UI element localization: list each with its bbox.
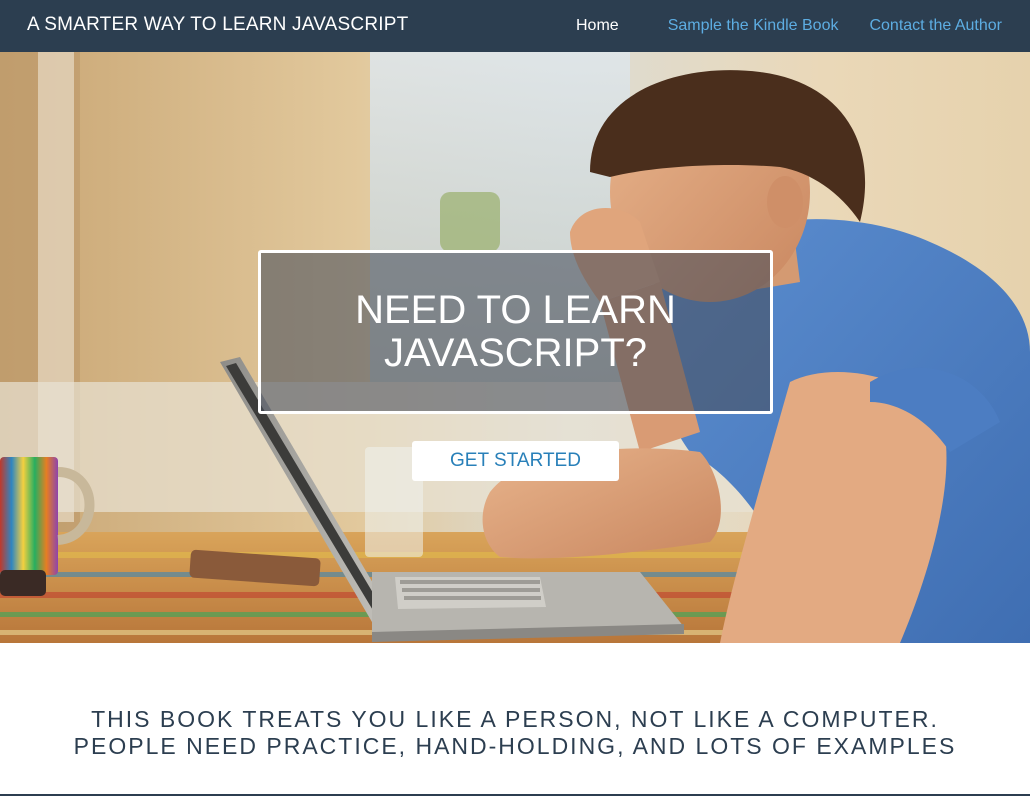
nav-sample-kindle-link[interactable]: Sample the Kindle Book xyxy=(654,17,853,35)
nav-contact-author-link[interactable]: Contact the Author xyxy=(855,17,1030,35)
tagline-heading: THIS BOOK TREATS YOU LIKE A PERSON, NOT … xyxy=(0,706,1030,760)
top-navbar: A SMARTER WAY TO LEARN JAVASCRIPT Home S… xyxy=(0,0,1030,52)
hero-section: NEED TO LEARN JAVASCRIPT? GET STARTED xyxy=(0,52,1030,643)
tagline-section: THIS BOOK TREATS YOU LIKE A PERSON, NOT … xyxy=(0,643,1030,796)
hero-headline: NEED TO LEARN JAVASCRIPT? xyxy=(355,288,676,375)
nav-links: Home Sample the Kindle Book Contact the … xyxy=(559,0,1030,52)
tagline-line-2: PEOPLE NEED PRACTICE, HAND-HOLDING, AND … xyxy=(73,733,957,759)
brand-link[interactable]: A SMARTER WAY TO LEARN JAVASCRIPT xyxy=(27,14,408,36)
tagline-line-1: THIS BOOK TREATS YOU LIKE A PERSON, NOT … xyxy=(91,706,939,732)
nav-home-link[interactable]: Home xyxy=(562,17,633,35)
headline-box: NEED TO LEARN JAVASCRIPT? xyxy=(258,250,773,414)
get-started-button[interactable]: GET STARTED xyxy=(412,441,619,481)
